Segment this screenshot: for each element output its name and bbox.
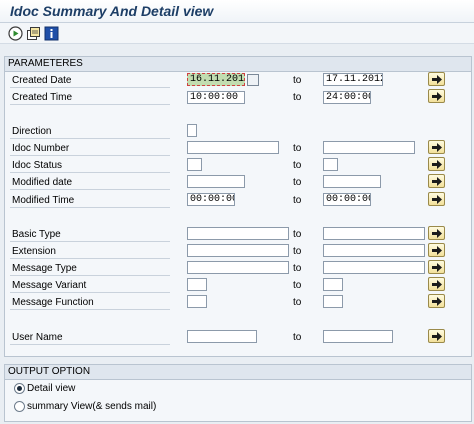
modified-time-label: Modified Time: [10, 194, 170, 208]
user-name-to-label: to: [293, 332, 302, 343]
created-date-multiple-selection-button[interactable]: [428, 72, 445, 86]
idoc-status-from-input[interactable]: [187, 158, 202, 171]
basic-type-to-input[interactable]: [323, 227, 425, 240]
modified-time-to-input[interactable]: 00:00:00: [323, 193, 371, 206]
created-time-from-input[interactable]: 10:00:00: [187, 91, 245, 104]
message-function-label: Message Function: [10, 296, 170, 310]
idoc-number-to-label: to: [293, 143, 302, 154]
extension-multiple-selection-button[interactable]: [428, 243, 445, 257]
created-date-label: Created Date: [10, 74, 170, 88]
modified-time-to-label: to: [293, 195, 302, 206]
info-icon[interactable]: [44, 26, 59, 41]
title-bar: Idoc Summary And Detail view: [0, 0, 474, 23]
page-title: Idoc Summary And Detail view: [10, 3, 214, 19]
summary-view-label: summary View(& sends mail): [27, 401, 157, 413]
variants-icon[interactable]: [26, 26, 41, 41]
extension-to-input[interactable]: [323, 244, 425, 257]
idoc-status-multiple-selection-button[interactable]: [428, 157, 445, 171]
user-name-to-input[interactable]: [323, 330, 393, 343]
user-name-from-input[interactable]: [187, 330, 257, 343]
execute-icon[interactable]: [8, 26, 23, 41]
message-variant-to-input[interactable]: [323, 278, 343, 291]
message-type-from-input[interactable]: [187, 261, 289, 274]
created-time-to-label: to: [293, 92, 302, 103]
user-name-multiple-selection-button[interactable]: [428, 329, 445, 343]
message-type-label: Message Type: [10, 262, 170, 276]
calendar-icon[interactable]: [247, 74, 259, 86]
message-function-multiple-selection-button[interactable]: [428, 294, 445, 308]
message-variant-to-label: to: [293, 280, 302, 291]
modified-date-multiple-selection-button[interactable]: [428, 174, 445, 188]
idoc-status-to-label: to: [293, 160, 302, 171]
modified-date-to-input[interactable]: [323, 175, 381, 188]
created-date-from-input[interactable]: 16.11.2012: [187, 73, 245, 86]
message-function-to-input[interactable]: [323, 295, 343, 308]
direction-input[interactable]: [187, 124, 197, 137]
idoc-number-multiple-selection-button[interactable]: [428, 140, 445, 154]
parameters-section-title: PARAMETERES: [5, 57, 471, 72]
detail-view-option[interactable]: Detail view: [14, 383, 75, 395]
modified-time-multiple-selection-button[interactable]: [428, 192, 445, 206]
basic-type-from-input[interactable]: [187, 227, 289, 240]
created-time-to-input[interactable]: 24:00:00: [323, 91, 371, 104]
basic-type-multiple-selection-button[interactable]: [428, 226, 445, 240]
modified-time-from-input[interactable]: 00:00:00: [187, 193, 235, 206]
basic-type-label: Basic Type: [10, 228, 170, 242]
message-variant-label: Message Variant: [10, 279, 170, 293]
modified-date-from-input[interactable]: [187, 175, 245, 188]
message-type-to-input[interactable]: [323, 261, 425, 274]
detail-view-label: Detail view: [27, 383, 76, 395]
message-variant-from-input[interactable]: [187, 278, 207, 291]
idoc-number-label: Idoc Number: [10, 142, 170, 156]
idoc-status-label: Idoc Status: [10, 159, 170, 173]
created-date-to-input[interactable]: 17.11.2012: [323, 73, 383, 86]
modified-date-label: Modified date: [10, 176, 170, 190]
idoc-number-from-input[interactable]: [187, 141, 279, 154]
created-date-to-label: to: [293, 75, 302, 86]
output-option-section-title: OUTPUT OPTION: [5, 365, 471, 380]
summary-view-option[interactable]: summary View(& sends mail): [14, 401, 156, 413]
detail-view-radio[interactable]: [14, 383, 25, 394]
extension-label: Extension: [10, 245, 170, 259]
created-time-label: Created Time: [10, 91, 170, 105]
message-function-from-input[interactable]: [187, 295, 207, 308]
application-toolbar: [0, 23, 474, 44]
extension-from-input[interactable]: [187, 244, 289, 257]
idoc-number-to-input[interactable]: [323, 141, 415, 154]
modified-date-to-label: to: [293, 177, 302, 188]
summary-view-radio[interactable]: [14, 401, 25, 412]
created-time-multiple-selection-button[interactable]: [428, 89, 445, 103]
message-type-to-label: to: [293, 263, 302, 274]
message-variant-multiple-selection-button[interactable]: [428, 277, 445, 291]
direction-label: Direction: [10, 125, 170, 139]
message-type-multiple-selection-button[interactable]: [428, 260, 445, 274]
message-function-to-label: to: [293, 297, 302, 308]
user-name-label: User Name: [10, 331, 170, 345]
idoc-status-to-input[interactable]: [323, 158, 338, 171]
basic-type-to-label: to: [293, 229, 302, 240]
extension-to-label: to: [293, 246, 302, 257]
